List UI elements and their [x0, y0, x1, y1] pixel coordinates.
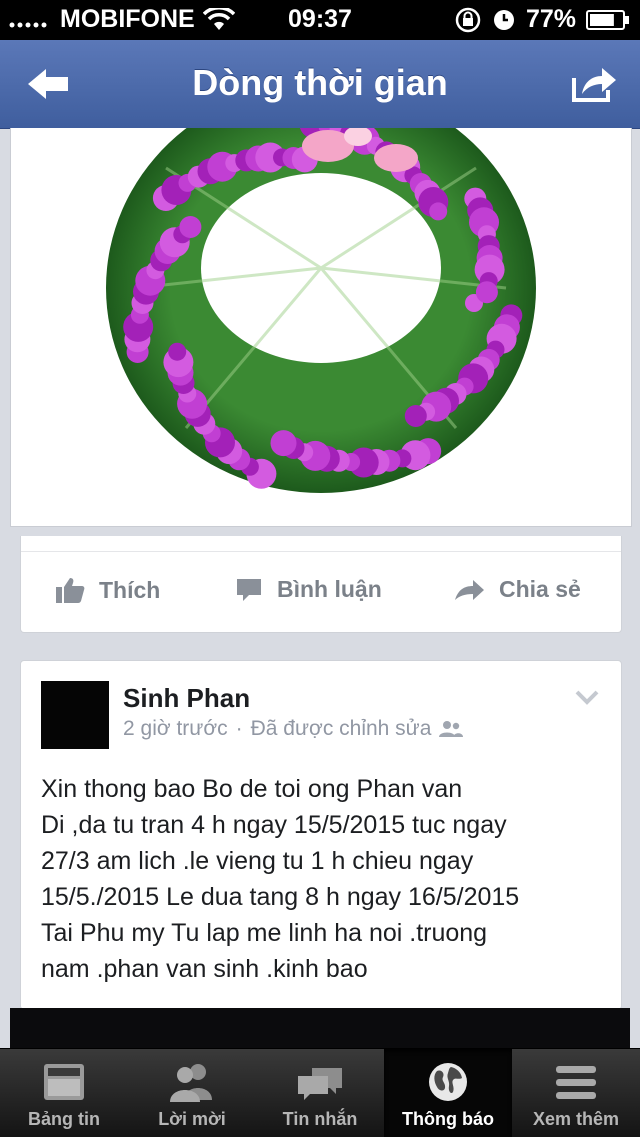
alarm-icon	[493, 9, 514, 30]
tab-label: Lời mời	[158, 1109, 226, 1129]
friend-requests-icon	[170, 1064, 212, 1102]
post-options-chevron-icon[interactable]	[575, 689, 599, 705]
rotation-lock-icon	[455, 7, 481, 32]
meta-separator: ·	[235, 717, 243, 740]
orchid-blossom	[429, 202, 448, 221]
news-feed-icon	[44, 1064, 84, 1100]
tab-label: Tin nhắn	[282, 1109, 358, 1129]
post-photo-card	[10, 128, 632, 527]
tab-more[interactable]: Xem thêm	[512, 1049, 640, 1137]
tab-label: Xem thêm	[532, 1109, 620, 1129]
post-action-bar: Thích Bình luận Chia sẻ	[20, 536, 622, 633]
divider	[21, 551, 621, 552]
post-author[interactable]: Sinh Phan	[123, 683, 250, 714]
comment-button[interactable]: Bình luận	[235, 576, 382, 603]
orchid-blossom	[270, 430, 297, 457]
share-arrow-icon	[455, 579, 484, 600]
share-icon	[572, 68, 616, 102]
page-title: Dòng thời gian	[192, 62, 448, 103]
share-post-button[interactable]: Chia sẻ	[453, 576, 581, 603]
status-bar: MOBIFONE 09:37 77%	[0, 0, 640, 40]
share-label: Chia sẻ	[499, 576, 581, 602]
friends-audience-icon	[439, 721, 464, 737]
funeral-wreath-image[interactable]	[96, 128, 546, 498]
post-time[interactable]: 2 giờ trước	[123, 717, 228, 741]
navigation-bar: Dòng thời gian	[0, 40, 640, 129]
next-post-image-edge	[10, 1008, 630, 1050]
post-edited-label[interactable]: Đã được chỉnh sửa	[251, 717, 432, 741]
thumbs-up-icon	[56, 578, 85, 603]
share-button[interactable]	[570, 62, 618, 106]
battery-percent: 77%	[525, 5, 576, 33]
like-label: Thích	[99, 576, 161, 603]
orchid-blossom	[475, 281, 498, 304]
comment-icon	[237, 578, 261, 601]
tab-news-feed[interactable]: Bảng tin	[0, 1049, 128, 1137]
like-button[interactable]: Thích	[55, 576, 160, 604]
messages-icon	[298, 1068, 342, 1100]
orchid-blossom	[179, 216, 202, 238]
battery-icon	[586, 9, 629, 30]
more-menu-icon	[556, 1066, 596, 1099]
orchid-blossom	[168, 342, 187, 361]
orchid-blossom	[404, 405, 427, 427]
post-card: Sinh Phan 2 giờ trước · Đã được chỉnh sử…	[20, 660, 622, 1010]
tab-messages[interactable]: Tin nhắn	[256, 1049, 384, 1137]
tab-bar: Bảng tin Lời mời Tin nhắn Thông báo Xem …	[0, 1048, 640, 1137]
notifications-globe-icon	[429, 1063, 467, 1101]
tab-label: Bảng tin	[28, 1109, 100, 1129]
post-meta: 2 giờ trước · Đã được chỉnh sửa	[123, 717, 464, 741]
tab-friend-requests[interactable]: Lời mời	[128, 1049, 256, 1137]
tab-notifications[interactable]: Thông báo	[384, 1049, 512, 1137]
comment-label: Bình luận	[277, 576, 382, 602]
avatar[interactable]	[41, 681, 109, 749]
post-body-text: Xin thong bao Bo de toi ong Phan van Di …	[41, 775, 520, 983]
tab-label: Thông báo	[402, 1109, 494, 1129]
